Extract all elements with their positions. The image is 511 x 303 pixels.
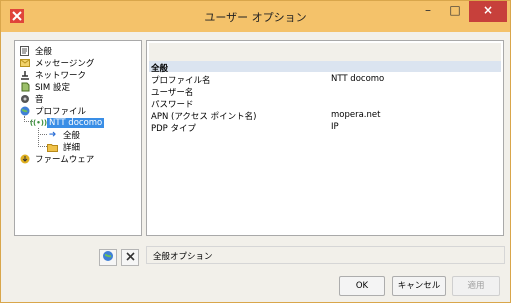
- tree-item-label: 全般: [63, 131, 81, 141]
- document-icon: [19, 46, 30, 57]
- property-panel: 全般 プロファイル名 NTT docomo ユーザー名 パスワード APN (ア…: [146, 40, 504, 236]
- download-icon: [19, 154, 30, 165]
- add-globe-icon: [102, 250, 114, 265]
- ok-button[interactable]: OK: [339, 276, 385, 296]
- property-value[interactable]: mopera.net: [331, 110, 380, 120]
- property-label: PDP タイプ: [151, 124, 196, 134]
- property-label: プロファイル名: [151, 76, 211, 86]
- property-panel-inner: 全般 プロファイル名 NTT docomo ユーザー名 パスワード APN (ア…: [149, 43, 501, 233]
- close-button[interactable]: ×: [469, 1, 507, 22]
- tree-item-label: ファームウェア: [35, 155, 95, 165]
- cancel-button[interactable]: キャンセル: [392, 276, 446, 296]
- envelope-icon: [19, 58, 30, 69]
- property-label: APN (アクセス ポイント名): [151, 112, 257, 122]
- user-options-window: ユーザー オプション – □ × 全般 メッセージング ネットワーク SIM 設…: [0, 0, 511, 303]
- section-title: 全般: [151, 64, 169, 74]
- tree-item-label: 全般: [35, 47, 53, 57]
- tree-item-general[interactable]: 全般: [19, 45, 54, 57]
- tree-item-profile-general[interactable]: ➜ 全般: [47, 129, 82, 141]
- tree-item-label: NTT docomo: [47, 118, 105, 128]
- section-header: 全般: [149, 61, 501, 74]
- delete-profile-button[interactable]: [121, 249, 139, 266]
- tree-item-label: メッセージング: [35, 59, 95, 69]
- tree-item-firmware[interactable]: ファームウェア: [19, 153, 96, 165]
- tree-item-label: SIM 設定: [35, 83, 70, 93]
- sound-icon: [19, 94, 30, 105]
- property-label: パスワード: [151, 100, 194, 110]
- options-tree[interactable]: 全般 メッセージング ネットワーク SIM 設定 音 プロファイル ((•)) …: [14, 40, 142, 236]
- tree-item-profile-advanced[interactable]: 詳細: [47, 141, 82, 153]
- maximize-button[interactable]: □: [442, 1, 468, 22]
- folder-icon: [47, 142, 58, 153]
- sim-icon: [19, 82, 30, 93]
- tree-connector: [38, 134, 47, 147]
- tree-item-sim-settings[interactable]: SIM 設定: [19, 81, 72, 93]
- property-value[interactable]: IP: [331, 122, 339, 132]
- add-profile-button[interactable]: [99, 249, 117, 266]
- description-text: 全般オプション: [153, 252, 213, 262]
- tree-item-label: 音: [35, 95, 44, 105]
- description-box: 全般オプション: [146, 246, 505, 264]
- tree-item-sound[interactable]: 音: [19, 93, 46, 105]
- property-list: [149, 61, 501, 233]
- tree-item-network[interactable]: ネットワーク: [19, 69, 88, 81]
- arrow-right-icon: ➜: [48, 130, 57, 140]
- minimize-button[interactable]: –: [415, 1, 441, 22]
- tree-item-label: プロファイル: [35, 107, 87, 117]
- title-bar[interactable]: ユーザー オプション – □ ×: [1, 1, 510, 32]
- signal-icon: ((•)): [29, 119, 48, 127]
- property-label: ユーザー名: [151, 88, 194, 98]
- property-value[interactable]: NTT docomo: [331, 74, 384, 84]
- delete-icon: [125, 251, 135, 264]
- apply-button[interactable]: 適用: [452, 276, 500, 296]
- globe-icon: [19, 106, 30, 117]
- tree-item-label: ネットワーク: [35, 71, 87, 81]
- tree-item-label: 詳細: [63, 143, 81, 153]
- tree-item-messaging[interactable]: メッセージング: [19, 57, 96, 69]
- network-icon: [19, 70, 30, 81]
